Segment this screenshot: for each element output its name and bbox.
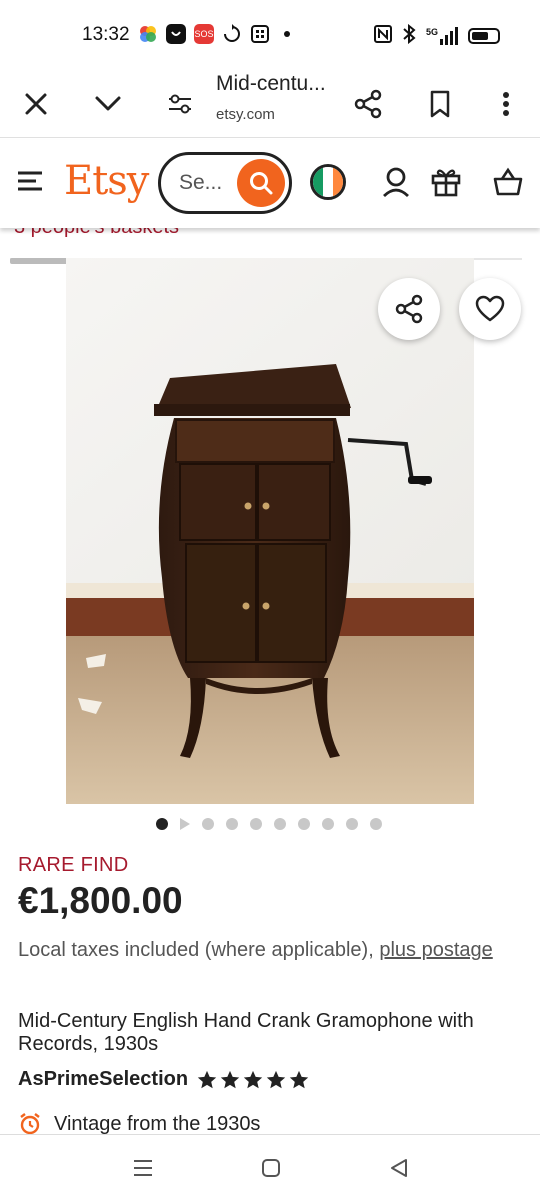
star-icon: [266, 1070, 286, 1088]
shop-row[interactable]: AsPrimeSelection: [18, 1068, 310, 1091]
more-options-icon[interactable]: [482, 80, 530, 128]
share-image-button[interactable]: [378, 278, 440, 340]
qr-icon: [250, 24, 270, 44]
carousel-dot[interactable]: [226, 818, 238, 830]
postage-link[interactable]: plus postage: [379, 939, 492, 961]
star-icon: [220, 1070, 240, 1088]
carousel-dot[interactable]: [250, 818, 262, 830]
back-icon[interactable]: [386, 1155, 412, 1181]
search-button[interactable]: [237, 159, 285, 207]
messenger-icon: [166, 24, 186, 44]
tax-text: Local taxes included (where applicable),: [18, 939, 374, 961]
sync-icon: [222, 24, 242, 44]
site-settings-icon[interactable]: [156, 80, 204, 128]
gift-icon[interactable]: [426, 162, 466, 202]
notification-icons: SOS: [138, 24, 290, 44]
search-bar[interactable]: Se...: [158, 152, 292, 214]
image-carousel-dots: [156, 818, 382, 830]
alarm-clock-icon: [20, 1113, 40, 1135]
status-bar: 13:32 SOS 5G: [0, 0, 540, 72]
home-icon[interactable]: [258, 1155, 284, 1181]
photos-icon: [138, 24, 158, 44]
carousel-dot[interactable]: [202, 818, 214, 830]
carousel-dot[interactable]: [370, 818, 382, 830]
etsy-header: Etsy Se...: [0, 140, 540, 228]
ireland-flag-icon[interactable]: [310, 164, 346, 200]
carousel-dot[interactable]: [156, 818, 168, 830]
shop-name-link[interactable]: AsPrimeSelection: [18, 1068, 188, 1091]
system-navigation-bar: [0, 1134, 540, 1200]
vintage-text: Vintage from the 1930s: [54, 1112, 261, 1135]
heart-icon: [475, 295, 505, 322]
network-label: 5G: [425, 26, 438, 37]
status-time: 13:32: [82, 24, 130, 45]
vintage-note: Vintage from the 1930s: [18, 1112, 260, 1136]
page-url[interactable]: etsy.com: [216, 106, 275, 123]
etsy-logo[interactable]: Etsy: [64, 158, 149, 204]
video-play-icon[interactable]: [180, 818, 190, 830]
star-icon: [243, 1070, 263, 1088]
share-icon: [395, 294, 423, 324]
menu-icon[interactable]: [14, 164, 54, 204]
browser-toolbar: Mid-centu... etsy.com: [0, 72, 540, 138]
rating-stars: [196, 1069, 310, 1091]
carousel-dot[interactable]: [274, 818, 286, 830]
nfc-icon: [373, 25, 392, 46]
favorite-button[interactable]: [459, 278, 521, 340]
system-icons: 5G: [373, 23, 500, 47]
more-notifications-dot: [284, 31, 290, 37]
signal-icon: 5G: [425, 26, 458, 45]
carousel-dot[interactable]: [322, 818, 334, 830]
rare-find-badge: RARE FIND: [18, 854, 129, 876]
gramophone-photo: [66, 258, 474, 804]
search-icon: [250, 172, 273, 195]
battery-icon: [468, 27, 500, 44]
price: €1,800.00: [18, 880, 183, 921]
chevron-down-icon[interactable]: [84, 80, 132, 128]
star-icon: [197, 1070, 217, 1088]
tax-note: Local taxes included (where applicable),…: [18, 936, 518, 964]
bookmark-icon[interactable]: [416, 80, 464, 128]
share-icon[interactable]: [344, 80, 392, 128]
carousel-dot[interactable]: [298, 818, 310, 830]
account-icon[interactable]: [376, 162, 416, 202]
recent-apps-icon[interactable]: [130, 1155, 156, 1181]
product-title: Mid-Century English Hand Crank Gramophon…: [18, 1010, 474, 1055]
sos-icon: SOS: [194, 24, 214, 44]
search-input[interactable]: Se...: [179, 171, 222, 195]
product-image[interactable]: [66, 258, 474, 804]
page-title[interactable]: Mid-centu...: [216, 72, 326, 96]
carousel-dot[interactable]: [346, 818, 358, 830]
close-icon[interactable]: [12, 80, 60, 128]
bluetooth-icon: [402, 23, 416, 47]
star-icon: [289, 1070, 309, 1088]
basket-icon[interactable]: [488, 162, 528, 202]
